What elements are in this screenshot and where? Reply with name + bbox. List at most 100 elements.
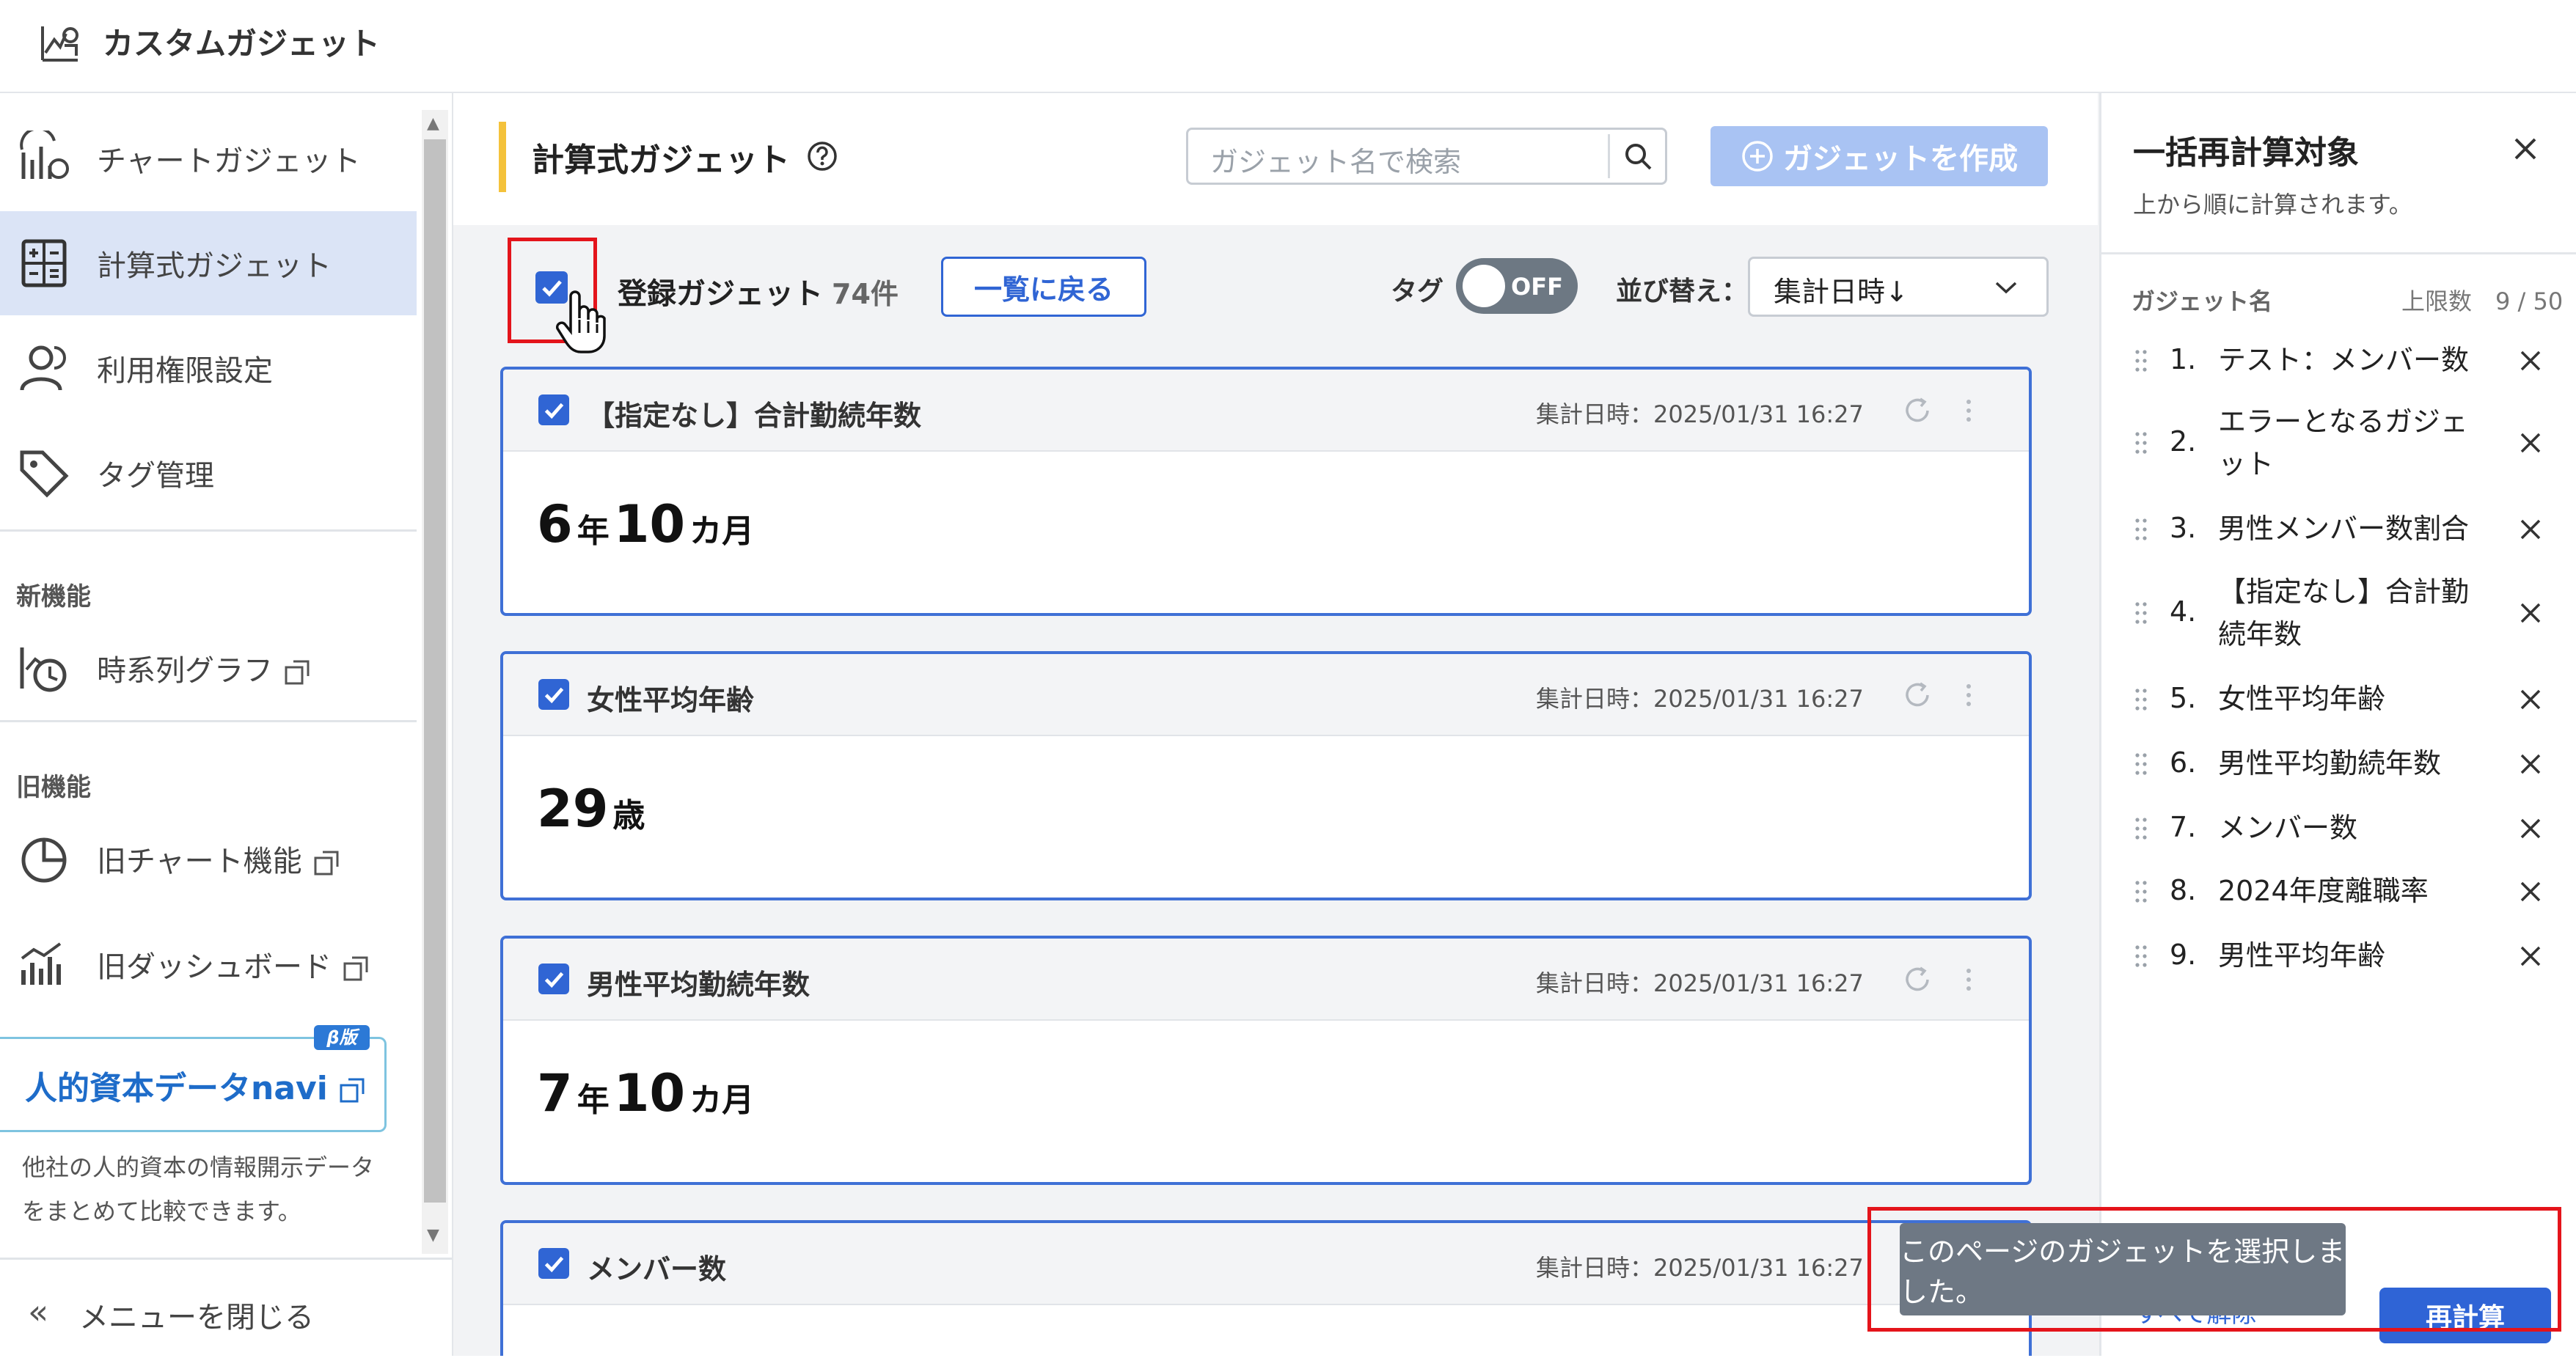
more-vertical-icon[interactable] [1961, 964, 1976, 996]
sidebar-item-old-dashboard[interactable]: 旧ダッシュボード [0, 912, 417, 1016]
tag-toggle-state: OFF [1511, 273, 1563, 301]
remove-icon[interactable] [2517, 348, 2544, 374]
gadget-card[interactable]: 男性平均勤続年数 集計日時：2025/01/31 16:27 7 年10 カ月 [500, 936, 2032, 1185]
drag-handle-icon[interactable] [2133, 878, 2149, 905]
panel-divider [2099, 252, 2576, 254]
sort-selected-value: 集計日時↓ [1774, 276, 1909, 308]
gadget-card[interactable]: 女性平均年齢 集計日時：2025/01/31 16:27 29 歳 [500, 651, 2032, 900]
refresh-icon[interactable] [1901, 394, 1933, 427]
gadget-card-value: 6 年10 カ月 [537, 494, 755, 554]
gadget-card-date: 集計日時：2025/01/31 16:27 [1536, 685, 1864, 713]
recalc-list-item[interactable]: 2. エラーとなるガジェット [2099, 400, 2576, 485]
sidebar-item-permissions[interactable]: 利用権限設定 [0, 316, 417, 420]
sort-label: 並び替え： [1616, 276, 1749, 307]
recalc-list-item[interactable]: 3. 男性メンバー数割合 [2099, 507, 2576, 551]
sidebar-scrollbar-thumb[interactable] [424, 139, 446, 1203]
create-gadget-button[interactable]: ガジェットを作成 [1710, 126, 2048, 186]
sidebar-item-chart-gadget[interactable]: チャートガジェット [0, 106, 417, 210]
hr-data-navi-logo[interactable]: 人的資本データnavi [25, 1062, 366, 1109]
gadget-card-checkbox[interactable] [538, 1248, 569, 1279]
recalc-list-item[interactable]: 4. 【指定なし】合計勤続年数 [2099, 570, 2576, 656]
create-gadget-label: ガジェットを作成 [1783, 142, 2018, 176]
drag-handle-icon[interactable] [2133, 600, 2149, 626]
gadget-card-value: 7 年10 カ月 [537, 1063, 755, 1123]
beta-badge: β版 [314, 1025, 370, 1050]
drag-handle-icon[interactable] [2133, 751, 2149, 777]
recalc-item-label: 男性平均年齢 [2218, 939, 2386, 972]
gadget-card[interactable]: メンバー数 集計日時：2025/01/31 16:27 [500, 1220, 2032, 1356]
recalc-list-item[interactable]: 8. 2024年度離職率 [2099, 870, 2576, 914]
recalc-item-number: 4. [2170, 595, 2197, 628]
drag-handle-icon[interactable] [2133, 686, 2149, 713]
remove-icon[interactable] [2517, 430, 2544, 456]
plus-circle-icon [1741, 139, 1774, 173]
remove-icon[interactable] [2517, 943, 2544, 969]
sidebar-item-calc-gadget[interactable]: 計算式ガジェット [0, 211, 417, 315]
gadget-card-title: 【指定なし】合計勤続年数 [587, 400, 922, 432]
drag-handle-icon[interactable] [2133, 430, 2149, 456]
top-header [0, 0, 2576, 93]
close-icon[interactable] [2509, 132, 2542, 166]
drag-handle-icon[interactable] [2133, 516, 2149, 543]
recalc-item-label: 2024年度離職率 [2218, 875, 2429, 907]
sidebar-divider [0, 529, 417, 532]
external-link-icon [342, 955, 370, 983]
search-divider [1608, 134, 1610, 178]
collapse-menu-button[interactable]: メニューを閉じる [79, 1293, 314, 1336]
panel-subtitle: 上から順に計算されます。 [2133, 191, 2412, 219]
remove-icon[interactable] [2517, 600, 2544, 626]
gadget-card[interactable]: 【指定なし】合計勤続年数 集計日時：2025/01/31 16:27 6 年10 カ… [500, 367, 2032, 616]
more-vertical-icon[interactable] [1961, 394, 1976, 427]
recalc-item-number: 5. [2170, 682, 2197, 714]
page-title: 計算式ガジェット [532, 142, 790, 179]
recalc-item-label: エラーとなるガジェット [2218, 405, 2468, 480]
drag-handle-icon[interactable] [2133, 348, 2149, 374]
hand-pointer-cursor-icon [552, 287, 610, 355]
scroll-down-icon[interactable]: ▼ [427, 1226, 439, 1244]
external-link-icon [283, 658, 311, 686]
recalc-list-item[interactable]: 9. 男性平均年齢 [2099, 934, 2576, 978]
remove-icon[interactable] [2517, 878, 2544, 905]
recalc-list-item[interactable]: 7. メンバー数 [2099, 807, 2576, 851]
gadget-card-date: 集計日時：2025/01/31 16:27 [1536, 969, 1864, 997]
recalc-item-number: 3. [2170, 512, 2197, 544]
recalc-item-number: 7. [2170, 811, 2197, 843]
sidebar-item-old-chart[interactable]: 旧チャート機能 [0, 807, 417, 911]
user-icon [16, 340, 72, 396]
scroll-up-icon[interactable]: ▲ [427, 114, 439, 133]
help-icon[interactable] [805, 139, 839, 173]
recalc-item-number: 1. [2170, 343, 2197, 375]
sidebar-item-label: 旧ダッシュボード [97, 943, 370, 986]
drag-handle-icon[interactable] [2133, 815, 2149, 842]
back-to-list-button[interactable]: 一覧に戻る [941, 257, 1146, 317]
recalc-list-item[interactable]: 1. テスト：メンバー数 [2099, 339, 2576, 383]
gadget-card-date: 集計日時：2025/01/31 16:27 [1536, 400, 1864, 428]
recalc-item-label: 【指定なし】合計勤続年数 [2218, 576, 2470, 650]
sidebar-item-label: 時系列グラフ [97, 647, 311, 689]
recalc-list-item[interactable]: 6. 男性平均勤続年数 [2099, 742, 2576, 786]
recalc-item-label: 女性平均年齢 [2218, 683, 2386, 715]
sidebar-item-tag-management[interactable]: タグ管理 [0, 421, 417, 525]
pie-chart-icon [16, 831, 72, 887]
remove-icon[interactable] [2517, 751, 2544, 777]
refresh-icon[interactable] [1901, 679, 1933, 711]
recalc-item-number: 9. [2170, 939, 2197, 971]
refresh-icon[interactable] [1901, 964, 1933, 996]
remove-icon[interactable] [2517, 815, 2544, 842]
remove-icon[interactable] [2517, 686, 2544, 713]
drag-handle-icon[interactable] [2133, 943, 2149, 969]
sidebar-item-label: チャートガジェット [97, 144, 361, 178]
sidebar-item-time-series[interactable]: 時系列グラフ [0, 616, 417, 720]
custom-gadget-logo-icon [38, 21, 82, 65]
gadget-card-checkbox[interactable] [538, 964, 569, 994]
more-vertical-icon[interactable] [1961, 679, 1976, 711]
recalc-item-label: テスト：メンバー数 [2218, 344, 2470, 376]
tag-toggle-knob[interactable] [1463, 265, 1505, 307]
gadget-card-checkbox[interactable] [538, 679, 569, 710]
search-icon[interactable] [1621, 139, 1655, 173]
gadget-card-checkbox[interactable] [538, 394, 569, 425]
remove-icon[interactable] [2517, 516, 2544, 543]
calculator-icon [16, 235, 72, 291]
sidebar-item-label: 計算式ガジェット [97, 249, 332, 283]
recalc-list-item[interactable]: 5. 女性平均年齢 [2099, 678, 2576, 722]
